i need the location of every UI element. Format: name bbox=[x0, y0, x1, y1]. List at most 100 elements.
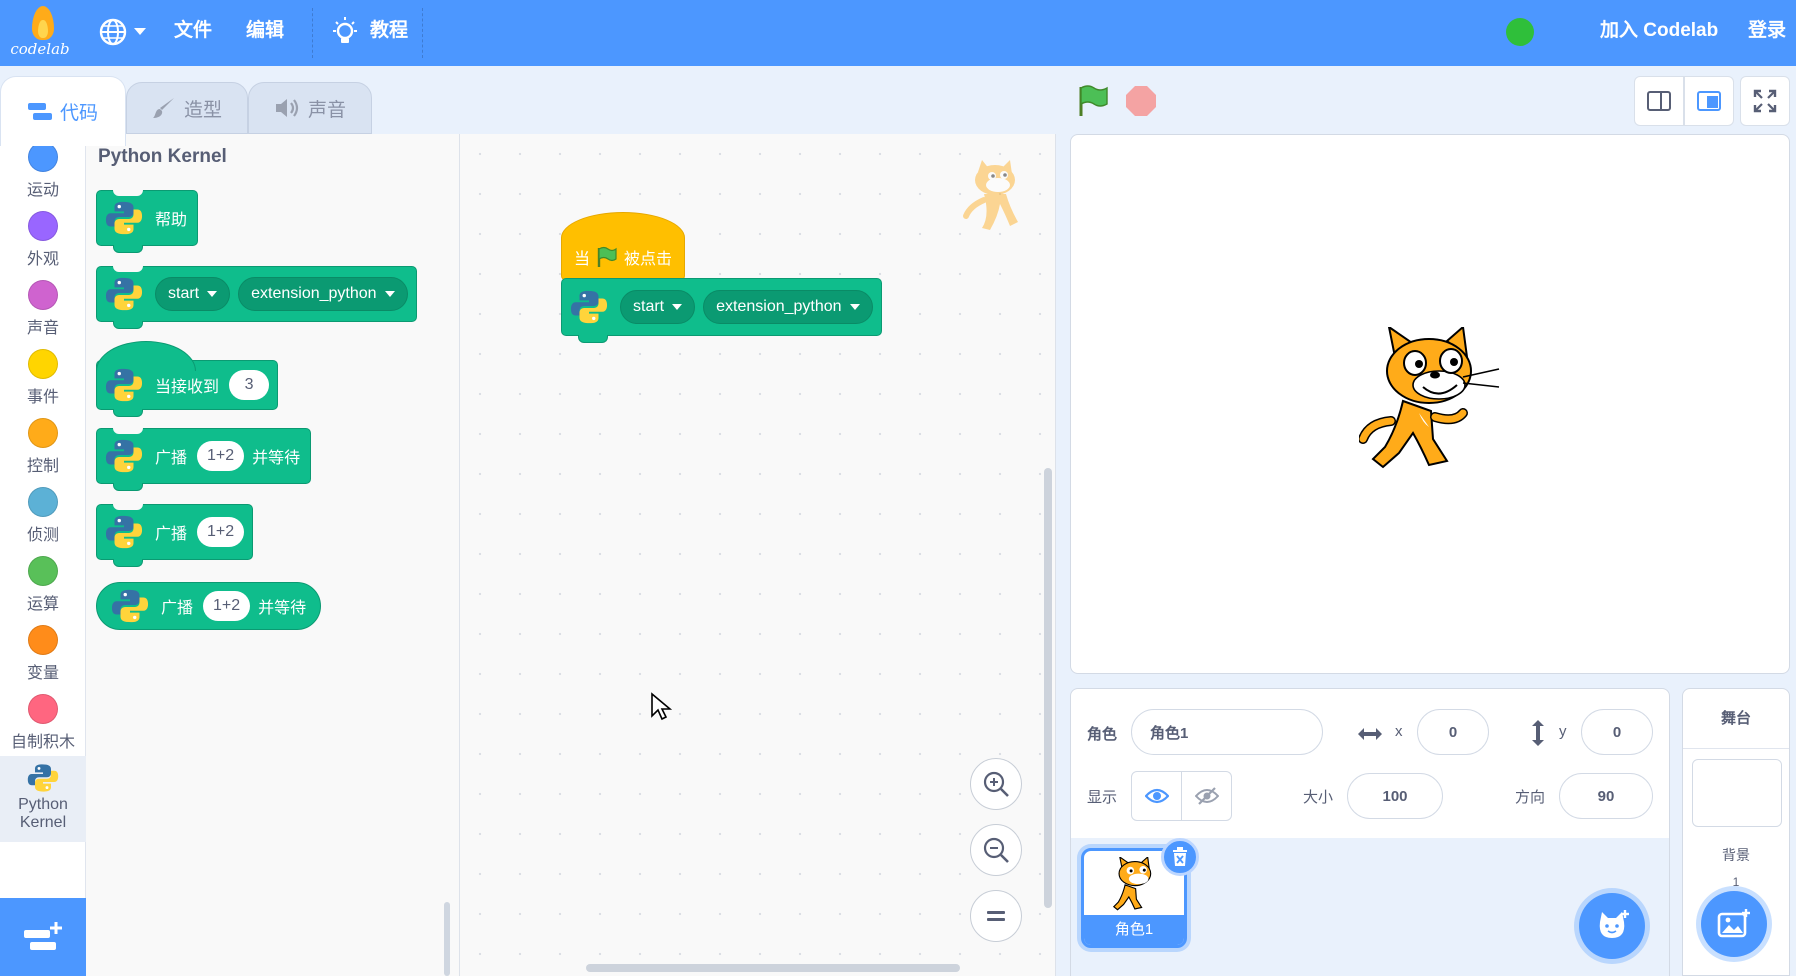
block-label: 广播 bbox=[155, 526, 188, 543]
stage-selector[interactable]: 舞台 背景 1 bbox=[1682, 688, 1790, 976]
tab-costumes[interactable]: 造型 bbox=[126, 82, 248, 134]
broadcast-value-input[interactable]: 1+2 bbox=[197, 441, 245, 471]
python-logo-icon bbox=[27, 764, 59, 792]
tutorials-menu[interactable]: 教程 bbox=[370, 0, 408, 66]
sprite-thumbnail-name: 角色1 bbox=[1084, 915, 1184, 945]
zoom-in-button[interactable] bbox=[970, 758, 1022, 810]
workspace-vertical-scrollbar[interactable] bbox=[1044, 468, 1052, 908]
edit-menu[interactable]: 编辑 bbox=[246, 0, 284, 66]
trash-icon bbox=[1173, 847, 1187, 866]
y-position-input[interactable]: 0 bbox=[1581, 709, 1653, 755]
direction-input[interactable]: 90 bbox=[1559, 773, 1653, 819]
python-when-receive-block[interactable]: 当接收到 3 bbox=[96, 341, 279, 417]
code-workspace[interactable]: 当 被点击 start extension_python bbox=[460, 134, 1056, 976]
x-position-input[interactable]: 0 bbox=[1417, 709, 1489, 755]
category-python-kernel[interactable]: Python Kernel bbox=[0, 756, 86, 842]
small-stage-button[interactable] bbox=[1634, 76, 1684, 126]
tab-sounds[interactable]: 声音 bbox=[248, 82, 372, 134]
broadcast-value-input[interactable]: 1+2 bbox=[197, 517, 245, 547]
zoom-out-button[interactable] bbox=[970, 824, 1022, 876]
equals-icon bbox=[987, 911, 1005, 921]
cat-sprite[interactable] bbox=[1359, 327, 1505, 481]
zoom-in-icon bbox=[983, 771, 1009, 797]
palette-category-title: Python Kernel bbox=[98, 146, 227, 167]
workspace-horizontal-scrollbar[interactable] bbox=[586, 964, 960, 972]
category-label: Kernel bbox=[19, 814, 67, 831]
codelab-logo[interactable]: codelab bbox=[8, 6, 72, 60]
add-backdrop-button[interactable] bbox=[1701, 891, 1767, 957]
category-operators[interactable]: 运算 bbox=[0, 556, 86, 614]
backdrops-label: 背景 bbox=[1722, 847, 1750, 863]
category-variables[interactable]: 变量 bbox=[0, 625, 86, 683]
show-label: 显示 bbox=[1087, 789, 1118, 806]
tab-code[interactable]: 代码 bbox=[0, 76, 126, 146]
tab-costumes-label: 造型 bbox=[183, 99, 222, 121]
join-codelab-link[interactable]: 加入 Codelab bbox=[1600, 0, 1718, 66]
category-sensing[interactable]: 侦测 bbox=[0, 487, 86, 545]
stage-title: 舞台 bbox=[1683, 689, 1789, 749]
action-dropdown[interactable]: start bbox=[620, 290, 696, 324]
category-my-blocks[interactable]: 自制积木 bbox=[0, 694, 86, 752]
fullscreen-button[interactable] bbox=[1740, 76, 1790, 126]
category-motion[interactable]: 运动 bbox=[0, 142, 86, 200]
workspace-python-start-block[interactable]: start extension_python bbox=[561, 278, 882, 343]
green-flag-icon bbox=[597, 246, 617, 267]
palette-scrollbar[interactable] bbox=[444, 902, 450, 976]
stage-thumbnail[interactable] bbox=[1692, 759, 1782, 827]
block-label: 帮助 bbox=[155, 212, 188, 229]
action-dropdown[interactable]: start bbox=[155, 277, 231, 311]
eye-icon bbox=[1144, 788, 1169, 804]
lightbulb-icon[interactable] bbox=[330, 16, 360, 48]
category-sound[interactable]: 声音 bbox=[0, 280, 86, 338]
category-looks[interactable]: 外观 bbox=[0, 211, 86, 269]
python-logo-icon bbox=[105, 277, 143, 311]
image-plus-icon bbox=[1717, 909, 1750, 938]
category-dot bbox=[28, 142, 58, 172]
hide-sprite-button[interactable] bbox=[1181, 771, 1232, 821]
zoom-reset-button[interactable] bbox=[970, 890, 1022, 942]
tab-code-label: 代码 bbox=[59, 103, 98, 124]
block-label: 当接收到 bbox=[155, 379, 220, 396]
connection-status-indicator[interactable] bbox=[1506, 18, 1534, 46]
extension-dropdown[interactable]: extension_python bbox=[703, 290, 873, 324]
stage-canvas[interactable] bbox=[1070, 134, 1790, 674]
python-help-block[interactable]: 帮助 bbox=[96, 190, 199, 253]
show-sprite-button[interactable] bbox=[1131, 771, 1182, 821]
message-input[interactable]: 3 bbox=[229, 370, 270, 400]
login-link[interactable]: 登录 bbox=[1748, 0, 1786, 66]
globe-icon[interactable] bbox=[98, 17, 128, 47]
category-label: 自制积木 bbox=[10, 734, 75, 751]
python-start-block[interactable]: start extension_python bbox=[96, 266, 417, 329]
block-label: 广播 bbox=[155, 450, 188, 467]
python-broadcast-and-wait-block[interactable]: 广播 1+2 并等待 bbox=[96, 428, 312, 491]
category-dot bbox=[28, 556, 58, 586]
add-extension-button[interactable] bbox=[0, 898, 86, 976]
size-input[interactable]: 100 bbox=[1347, 773, 1443, 819]
category-label: 运动 bbox=[26, 182, 59, 199]
delete-sprite-button[interactable] bbox=[1161, 838, 1199, 876]
when-flag-clicked-block[interactable]: 当 被点击 bbox=[561, 212, 685, 280]
file-menu[interactable]: 文件 bbox=[174, 0, 212, 66]
category-label: 变量 bbox=[26, 665, 59, 682]
eye-slash-icon bbox=[1194, 787, 1219, 805]
python-logo-icon bbox=[105, 439, 143, 473]
fullscreen-icon bbox=[1753, 89, 1777, 113]
category-dot bbox=[28, 487, 58, 517]
logo-text: codelab bbox=[10, 40, 70, 58]
python-logo-icon bbox=[105, 201, 143, 235]
stop-button[interactable] bbox=[1126, 86, 1156, 116]
python-logo-icon bbox=[570, 290, 608, 324]
language-chevron-down-icon[interactable] bbox=[134, 28, 146, 35]
add-sprite-button[interactable] bbox=[1579, 893, 1645, 959]
category-control[interactable]: 控制 bbox=[0, 418, 86, 476]
python-broadcast-block[interactable]: 广播 1+2 bbox=[96, 504, 254, 567]
extension-dropdown[interactable]: extension_python bbox=[238, 277, 408, 311]
python-logo-icon bbox=[111, 589, 149, 623]
python-broadcast-and-wait-reporter[interactable]: 广播 1+2 并等待 bbox=[96, 582, 322, 630]
sprite-name-input[interactable]: 角色1 bbox=[1131, 709, 1323, 755]
y-label: y bbox=[1559, 723, 1567, 740]
category-events[interactable]: 事件 bbox=[0, 349, 86, 407]
green-flag-button[interactable] bbox=[1076, 84, 1110, 118]
large-stage-button[interactable] bbox=[1684, 76, 1734, 126]
broadcast-value-input[interactable]: 1+2 bbox=[203, 591, 251, 621]
